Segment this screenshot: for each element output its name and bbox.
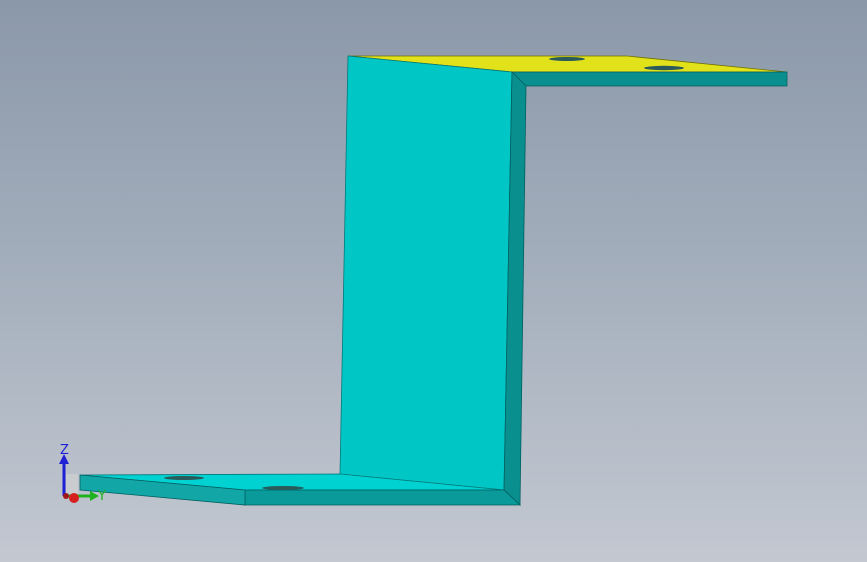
z-axis-label: Z <box>60 443 69 458</box>
triad-plane <box>66 474 78 494</box>
bottom-flange-edge <box>244 489 522 506</box>
y-axis-label: Y <box>97 489 106 504</box>
x-axis-dot <box>69 493 79 503</box>
top-flange-edge <box>511 71 788 87</box>
top-hole-2 <box>644 65 684 71</box>
top-hole-1 <box>549 57 585 61</box>
z-bracket-model[interactable] <box>0 0 867 562</box>
axis-triad: Z Y <box>59 443 106 504</box>
graphics-viewport[interactable]: Z Y <box>0 0 867 562</box>
bottom-hole-2 <box>262 486 304 490</box>
bottom-hole-1 <box>164 476 204 480</box>
origin-dot <box>63 493 69 499</box>
vertical-web-face[interactable] <box>339 55 513 491</box>
